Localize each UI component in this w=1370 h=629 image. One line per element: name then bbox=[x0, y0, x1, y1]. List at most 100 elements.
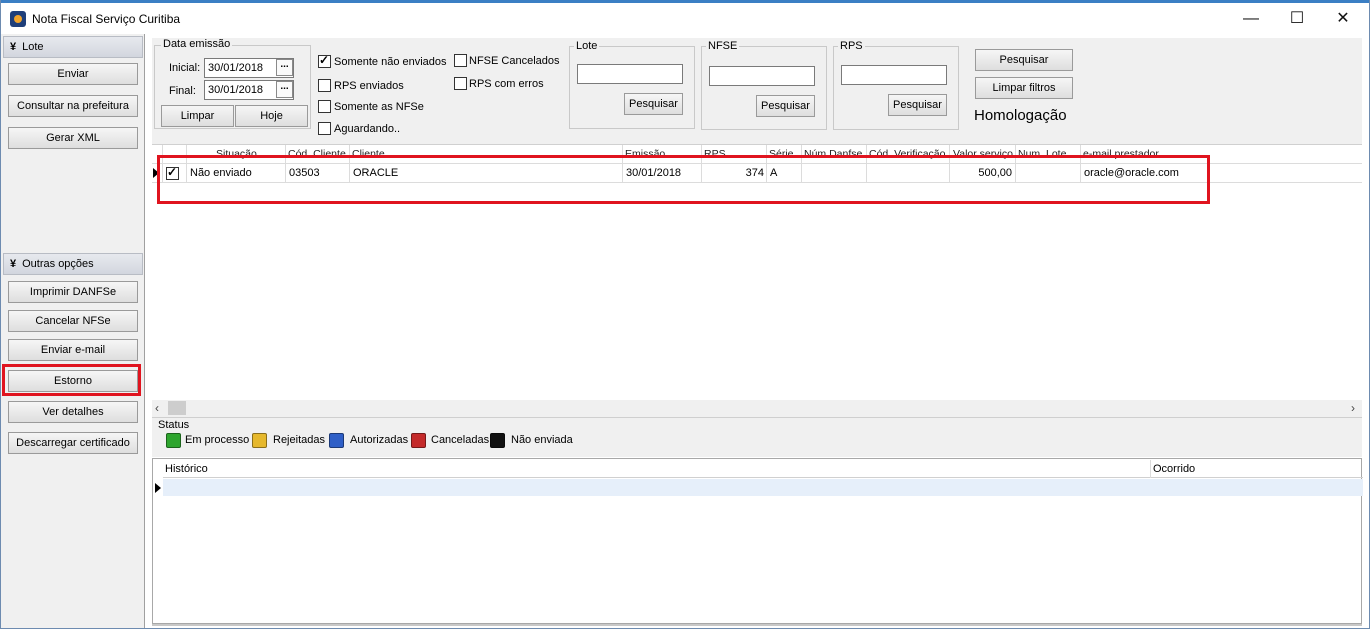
lote-header-label: Lote bbox=[22, 41, 44, 53]
em-processo-swatch bbox=[166, 433, 181, 448]
rps-enviados-label: RPS enviados bbox=[334, 80, 404, 92]
nfse-cancelados-checkbox[interactable] bbox=[454, 54, 467, 67]
outras-header-label: Outras opções bbox=[22, 258, 94, 270]
consultar-prefeitura-button[interactable]: Consultar na prefeitura bbox=[8, 95, 138, 117]
cell-email-prestador[interactable]: oracle@oracle.com bbox=[1084, 165, 1179, 182]
cell-cliente[interactable]: ORACLE bbox=[353, 165, 398, 182]
bottom-divider bbox=[152, 624, 1362, 626]
col-divider bbox=[349, 145, 350, 183]
final-date-picker-button[interactable]: ... bbox=[276, 81, 293, 98]
status-caption: Status bbox=[158, 419, 190, 431]
cell-rps[interactable]: 374 bbox=[702, 165, 764, 182]
col-num-danfse[interactable]: Núm Danfse bbox=[804, 148, 866, 164]
rps-com-erros-checkbox[interactable] bbox=[454, 77, 467, 90]
em-processo-label: Em processo bbox=[185, 434, 250, 446]
grid-horizontal-scrollbar[interactable]: ‹ › bbox=[152, 400, 1362, 417]
col-cod-cliente[interactable]: Cód. Cliente bbox=[288, 148, 350, 164]
scroll-right-icon[interactable]: › bbox=[1351, 400, 1355, 416]
somente-nao-enviados-checkbox[interactable] bbox=[318, 53, 331, 68]
lote-section-header[interactable]: ¥ Lote bbox=[3, 36, 143, 58]
limpar-date-button[interactable]: Limpar bbox=[161, 105, 234, 127]
canceladas-swatch bbox=[411, 433, 426, 448]
col-historico[interactable]: Histórico bbox=[165, 463, 208, 475]
descarregar-certificado-button[interactable]: Descarregar certificado bbox=[8, 432, 138, 454]
enviar-email-button[interactable]: Enviar e-mail bbox=[8, 339, 138, 361]
data-emissao-caption: Data emissão bbox=[161, 38, 233, 50]
col-valor-servico[interactable]: Valor serviço bbox=[953, 148, 1017, 164]
pesquisar-button[interactable]: Pesquisar bbox=[975, 49, 1073, 71]
lote-filter-caption: Lote bbox=[574, 40, 600, 52]
somente-nfse-checkbox[interactable] bbox=[318, 100, 331, 113]
historico-row[interactable] bbox=[163, 479, 1363, 496]
inicial-label: Inicial: bbox=[169, 62, 201, 74]
col-ocorrido[interactable]: Ocorrido bbox=[1153, 463, 1195, 475]
imprimir-danfse-button[interactable]: Imprimir DANFSe bbox=[8, 281, 138, 303]
col-email-prestador[interactable]: e-mail prestador bbox=[1083, 148, 1159, 164]
cell-serie[interactable]: A bbox=[770, 165, 777, 182]
cell-valor-servico[interactable]: 500,00 bbox=[950, 165, 1012, 182]
cancelar-nfse-button[interactable]: Cancelar NFSe bbox=[8, 310, 138, 332]
minimize-icon[interactable]: — bbox=[1228, 6, 1274, 32]
left-panel: ¥ Lote Enviar Consultar na prefeitura Ger… bbox=[1, 34, 145, 629]
rps-enviados-checkbox[interactable] bbox=[318, 79, 331, 92]
nfse-cancelados-label: NFSE Cancelados bbox=[469, 55, 560, 67]
header-divider bbox=[152, 163, 1362, 164]
somente-nao-enviados-label: Somente não enviados bbox=[334, 56, 447, 68]
cell-situacao[interactable]: Não enviado bbox=[190, 165, 252, 182]
nfse-filter-caption: NFSE bbox=[706, 40, 740, 52]
col-num-lote[interactable]: Num. Lote bbox=[1018, 148, 1080, 164]
col-divider bbox=[1015, 145, 1016, 183]
title-bar: Nota Fiscal Serviço Curitiba — ☐ ✕ bbox=[0, 0, 1370, 34]
col-divider bbox=[622, 145, 623, 183]
lote-pesquisar-button[interactable]: Pesquisar bbox=[624, 93, 683, 115]
rps-pesquisar-button[interactable]: Pesquisar bbox=[888, 94, 947, 116]
canceladas-label: Canceladas bbox=[431, 434, 490, 446]
ambiente-label: Homologação bbox=[974, 107, 1067, 124]
col-divider bbox=[285, 145, 286, 183]
col-rps[interactable]: RPS bbox=[704, 148, 726, 164]
rps-filter-group bbox=[833, 46, 959, 130]
col-serie[interactable]: Série bbox=[769, 148, 794, 164]
rps-input[interactable] bbox=[841, 65, 947, 85]
lote-input[interactable] bbox=[577, 64, 683, 84]
scroll-left-icon[interactable]: ‹ bbox=[155, 400, 159, 416]
col-divider bbox=[186, 145, 187, 183]
nfse-pesquisar-button[interactable]: Pesquisar bbox=[756, 95, 815, 117]
cell-emissao[interactable]: 30/01/2018 bbox=[626, 165, 681, 182]
row-divider bbox=[152, 182, 1362, 183]
col-divider bbox=[1080, 145, 1081, 183]
col-cod-verificacao[interactable]: Cód. Verificação bbox=[869, 148, 949, 164]
col-divider bbox=[766, 145, 767, 183]
hoje-button[interactable]: Hoje bbox=[235, 105, 308, 127]
col-cliente[interactable]: Cliente bbox=[352, 148, 385, 164]
scroll-thumb[interactable] bbox=[168, 401, 186, 415]
enviar-button[interactable]: Enviar bbox=[8, 63, 138, 85]
col-emissao[interactable]: Emissão bbox=[625, 148, 665, 164]
status-legend: Status Em processo Rejeitadas Autorizada… bbox=[152, 417, 1362, 457]
aguardando-checkbox[interactable] bbox=[318, 122, 331, 135]
cell-cod-cliente[interactable]: 03503 bbox=[289, 165, 320, 182]
current-row-indicator-icon bbox=[153, 168, 159, 178]
limpar-filtros-button[interactable]: Limpar filtros bbox=[975, 77, 1073, 99]
col-divider bbox=[866, 145, 867, 183]
maximize-icon[interactable]: ☐ bbox=[1274, 6, 1320, 32]
rejeitadas-swatch bbox=[252, 433, 267, 448]
gerar-xml-button[interactable]: Gerar XML bbox=[8, 127, 138, 149]
historico-grid: Histórico Ocorrido bbox=[152, 458, 1363, 624]
inicial-date-picker-button[interactable]: ... bbox=[276, 59, 293, 76]
rps-filter-caption: RPS bbox=[838, 40, 865, 52]
ver-detalhes-button[interactable]: Ver detalhes bbox=[8, 401, 138, 423]
outras-opcoes-section-header[interactable]: ¥ Outras opções bbox=[3, 253, 143, 275]
nfse-input[interactable] bbox=[709, 66, 815, 86]
app-icon bbox=[10, 11, 26, 27]
nfse-filter-group bbox=[701, 46, 827, 130]
historico-header: Histórico Ocorrido bbox=[163, 460, 1363, 478]
filter-bar: Data emissão Inicial: 30/01/2018 ... Fin… bbox=[152, 38, 1362, 144]
final-label: Final: bbox=[169, 85, 196, 97]
col-divider bbox=[1150, 460, 1151, 478]
close-icon[interactable]: ✕ bbox=[1320, 6, 1366, 32]
col-situacao[interactable]: Situação bbox=[216, 148, 257, 164]
row-select-checkbox[interactable] bbox=[166, 165, 179, 180]
estorno-button[interactable]: Estorno bbox=[8, 370, 138, 392]
autorizadas-label: Autorizadas bbox=[350, 434, 409, 446]
